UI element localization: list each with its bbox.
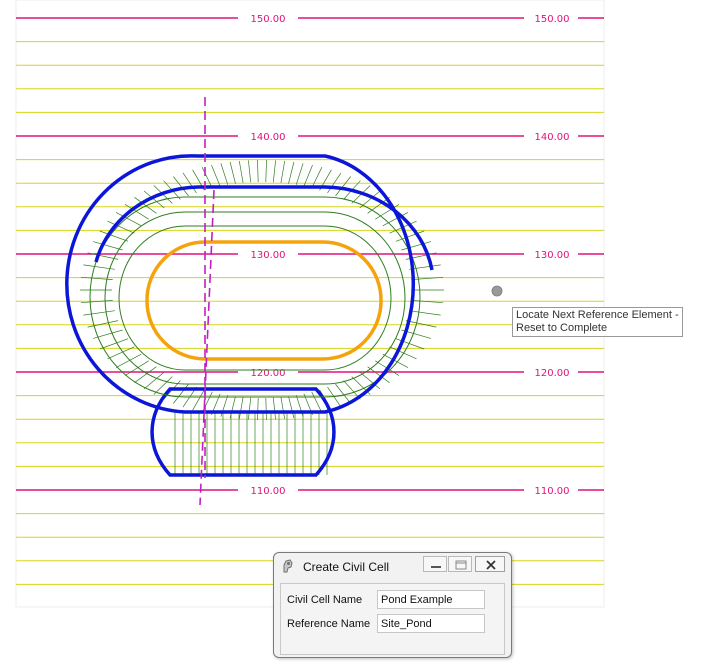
contour-elevation-label: 150.00: [251, 14, 286, 25]
civil-cell-name-input[interactable]: [377, 590, 485, 609]
tooltip-prompt: Locate Next Reference Element - Reset to…: [512, 307, 683, 337]
cursor-point-icon: [491, 285, 503, 297]
contour-elevation-label: 140.00: [251, 132, 286, 143]
contour-elevation-label: 130.00: [535, 250, 570, 261]
civil-cell-name-label: Civil Cell Name: [287, 594, 363, 606]
contour-elevation-label: 110.00: [535, 486, 570, 497]
dialog-body: Civil Cell Name Reference Name: [280, 583, 505, 655]
restore-button[interactable]: [448, 556, 472, 572]
civil-cell-icon: [283, 559, 293, 573]
create-civil-cell-dialog[interactable]: Create Civil Cell Civil Cell Name Refere…: [273, 552, 512, 658]
contour-elevation-label: 130.00: [251, 250, 286, 261]
minimize-icon: [431, 566, 441, 568]
dialog-title-bar[interactable]: Create Civil Cell: [274, 553, 511, 579]
reference-name-label: Reference Name: [287, 618, 371, 630]
contour-elevation-label: 140.00: [535, 132, 570, 143]
restore-icon: [455, 560, 467, 570]
dialog-title: Create Civil Cell: [303, 560, 390, 574]
drawing-area: [15, 0, 605, 608]
contour-elevation-label: 110.00: [251, 486, 286, 497]
minimize-button[interactable]: [423, 556, 447, 572]
contour-elevation-label: 150.00: [535, 14, 570, 25]
contour-elevation-label: 120.00: [535, 368, 570, 379]
close-button[interactable]: [475, 556, 505, 572]
tooltip-line-1: Locate Next Reference Element -: [516, 309, 679, 321]
close-icon: [486, 560, 496, 570]
reference-name-input[interactable]: [377, 614, 485, 633]
tooltip-line-2: Reset to Complete: [516, 322, 608, 334]
